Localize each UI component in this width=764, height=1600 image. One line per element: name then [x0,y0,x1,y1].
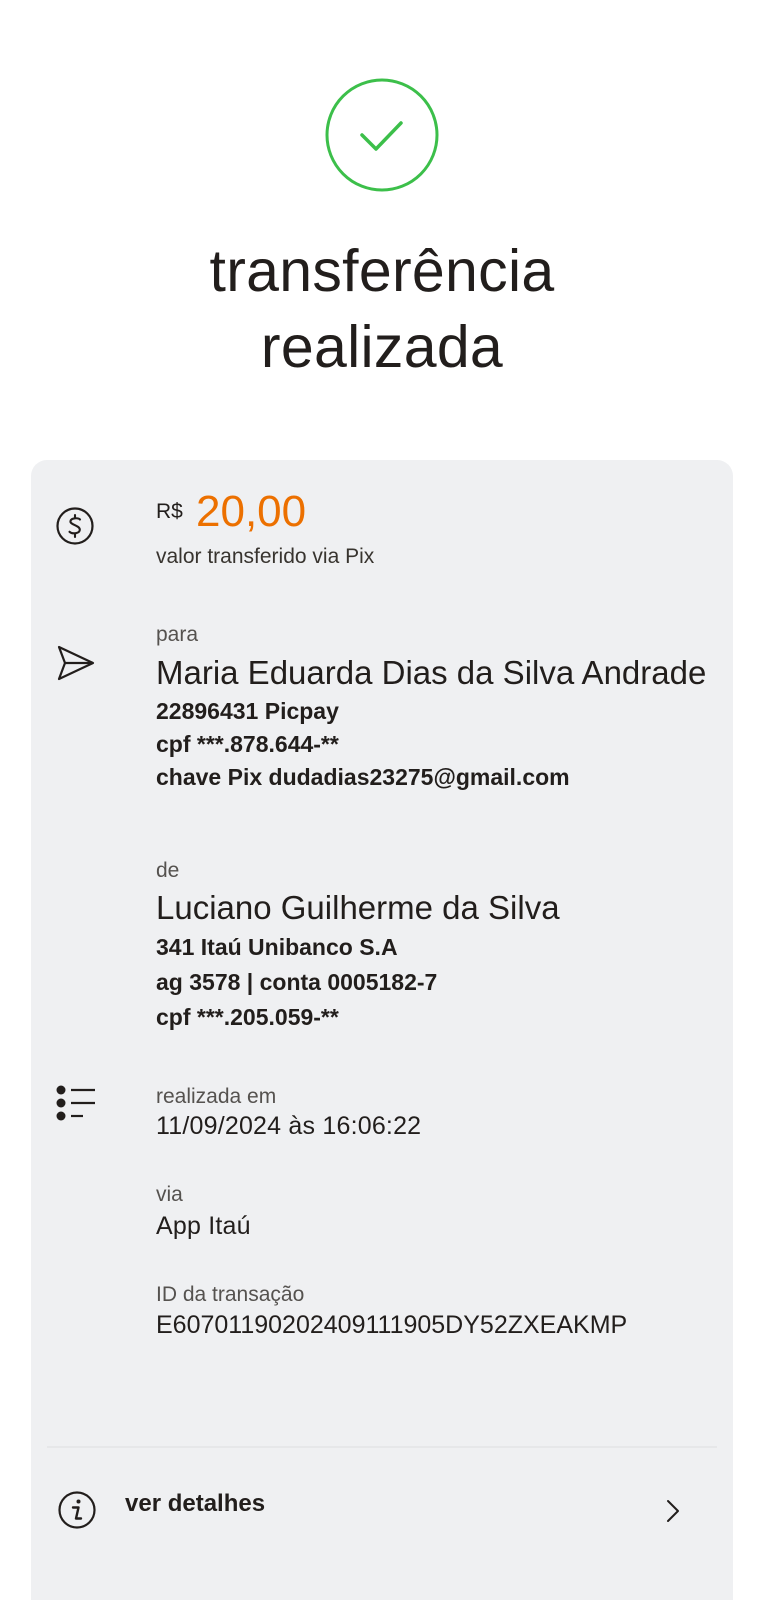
amount-currency: R$ [156,500,183,523]
transaction-id-value: E60701190202409111905DY52ZXEAKMP [156,1311,628,1339]
sender-cpf: cpf ***.205.059-** [156,1004,339,1030]
check-circle-icon [325,78,439,192]
sender-name: Luciano Guilherme da Silva [156,889,560,926]
amount-value: 20,00 [196,487,307,536]
dollar-circle-icon [56,507,94,545]
sender-account: ag 3578 | conta 0005182-7 [156,969,438,995]
send-icon [57,645,95,681]
sender-label: de [156,859,180,882]
sender-bank: 341 Itaú Unibanco S.A [156,934,398,960]
via-value: App Itaú [156,1212,251,1240]
info-icon [58,1491,96,1529]
recipient-name: Maria Eduarda Dias da Silva Andrade [156,654,707,691]
recipient-bank: 22896431 Picpay [156,698,339,724]
page-title: transferência realizada [209,238,555,380]
recipient-pix-key: chave Pix dudadias23275@gmail.com [156,764,570,790]
receipt-card: R$ 20,00 valor transferido via Pix para … [31,460,733,1600]
recipient-cpf: cpf ***.878.644-** [156,731,339,757]
transaction-id-label: ID da transação [156,1283,305,1306]
recipient-label: para [156,623,199,646]
list-icon [56,1085,95,1121]
transfer-receipt-screen: transferência realizada R$ 20,00 valor t… [0,0,764,1600]
details-button[interactable]: ver detalhes [31,1450,733,1562]
date-value: 11/09/2024 às 16:06:22 [156,1112,422,1140]
divider [47,1446,717,1448]
chevron-right-icon [667,1500,679,1522]
date-label: realizada em [156,1085,277,1108]
amount-label: valor transferido via Pix [156,545,375,568]
details-label: ver detalhes [125,1490,266,1517]
via-label: via [156,1183,183,1206]
